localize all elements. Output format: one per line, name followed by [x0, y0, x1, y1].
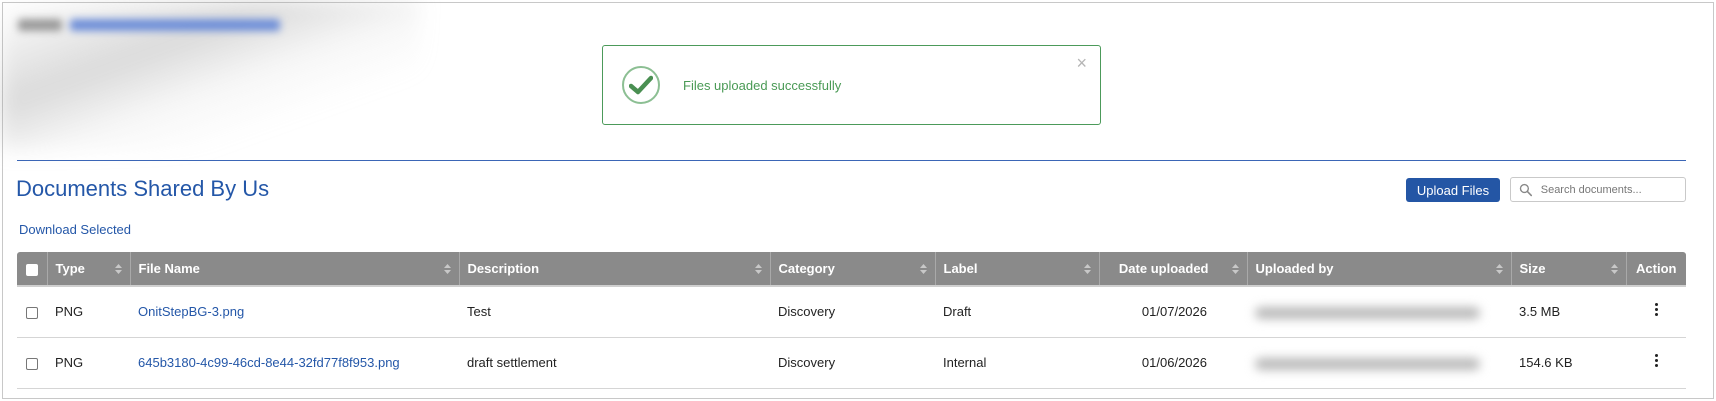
- type-cell: PNG: [47, 337, 130, 389]
- column-label: Size: [1519, 261, 1546, 276]
- column-label: Label: [943, 261, 978, 276]
- sort-icon: [443, 264, 451, 274]
- page-title: Documents Shared By Us: [16, 176, 270, 201]
- check-circle-icon: [622, 66, 660, 104]
- breadcrumb-redacted-link[interactable]: [70, 19, 280, 31]
- label-cell: Draft: [935, 285, 1099, 338]
- uploaded-by-cell: [1247, 337, 1511, 389]
- file-name-link[interactable]: OnitStepBG-3.png: [138, 304, 244, 319]
- row-checkbox[interactable]: [26, 306, 38, 319]
- breadcrumb-redacted-root: [18, 19, 62, 31]
- date-uploaded-cell: 01/07/2026: [1099, 285, 1247, 338]
- breadcrumb: [18, 14, 288, 36]
- category-cell: Discovery: [770, 337, 935, 389]
- alert-message: Files uploaded successfully: [683, 77, 842, 93]
- size-cell: 3.5 MB: [1511, 285, 1626, 338]
- category-cell: Discovery: [770, 285, 935, 338]
- column-header-date-uploaded[interactable]: Date uploaded: [1099, 252, 1248, 286]
- download-selected-link[interactable]: Download Selected: [19, 222, 131, 237]
- sort-icon: [114, 264, 122, 274]
- sort-icon: [1495, 264, 1503, 274]
- table-row: PNG 645b3180-4c99-46cd-8e44-32fd77f8f953…: [17, 337, 1686, 389]
- select-all-checkbox[interactable]: [26, 263, 38, 276]
- section-divider: [17, 160, 1686, 161]
- uploaded-by-cell: [1247, 285, 1511, 338]
- table-row: PNG OnitStepBG-3.png Test Discovery Draf…: [17, 285, 1686, 338]
- redacted-email: [1255, 357, 1480, 370]
- sort-icon: [1231, 264, 1239, 274]
- column-header-action: Action: [1626, 252, 1686, 286]
- search-input[interactable]: [1538, 182, 1685, 197]
- redacted-email: [1255, 306, 1480, 319]
- column-header-size[interactable]: Size: [1511, 252, 1627, 286]
- description-cell: draft settlement: [459, 337, 770, 389]
- success-alert: Files uploaded successfully ×: [602, 45, 1101, 125]
- label-cell: Internal: [935, 337, 1099, 389]
- column-label: Category: [778, 261, 835, 276]
- close-icon[interactable]: ×: [1076, 54, 1087, 72]
- row-select-cell: [17, 285, 47, 338]
- column-header-description[interactable]: Description: [459, 252, 771, 286]
- kebab-menu-icon[interactable]: [1654, 303, 1658, 317]
- column-label: File Name: [138, 261, 200, 276]
- column-header-type[interactable]: Type: [47, 252, 131, 286]
- description-cell: Test: [459, 285, 770, 338]
- kebab-menu-icon[interactable]: [1654, 354, 1658, 368]
- column-label: Action: [1636, 261, 1677, 276]
- file-name-link[interactable]: 645b3180-4c99-46cd-8e44-32fd77f8f953.png: [138, 355, 400, 370]
- column-header-uploaded-by[interactable]: Uploaded by: [1247, 252, 1512, 286]
- file-name-cell: 645b3180-4c99-46cd-8e44-32fd77f8f953.png: [130, 337, 459, 389]
- action-cell: [1626, 285, 1686, 338]
- column-header-category[interactable]: Category: [770, 252, 936, 286]
- action-cell: [1626, 337, 1686, 389]
- documents-table: Type File Name Description Category Labe…: [17, 252, 1686, 389]
- column-label: Type: [55, 261, 85, 276]
- table-header-row: Type File Name Description Category Labe…: [17, 252, 1686, 286]
- upload-files-button[interactable]: Upload Files: [1406, 178, 1500, 202]
- type-cell: PNG: [47, 285, 130, 338]
- size-cell: 154.6 KB: [1511, 337, 1626, 389]
- file-name-cell: OnitStepBG-3.png: [130, 285, 459, 338]
- sort-icon: [1610, 264, 1618, 274]
- sort-icon: [754, 264, 762, 274]
- column-header-file-name[interactable]: File Name: [130, 252, 460, 286]
- column-label: Date uploaded: [1118, 261, 1209, 276]
- row-select-cell: [17, 337, 47, 389]
- select-all-header: [17, 252, 48, 286]
- row-checkbox[interactable]: [26, 357, 38, 370]
- sort-icon: [919, 264, 927, 274]
- search-icon: [1519, 183, 1533, 196]
- search-box[interactable]: [1510, 177, 1686, 202]
- column-label: Description: [467, 261, 540, 276]
- sort-icon: [1083, 264, 1091, 274]
- column-header-label[interactable]: Label: [935, 252, 1100, 286]
- column-label: Uploaded by: [1255, 261, 1334, 276]
- date-uploaded-cell: 01/06/2026: [1099, 337, 1247, 389]
